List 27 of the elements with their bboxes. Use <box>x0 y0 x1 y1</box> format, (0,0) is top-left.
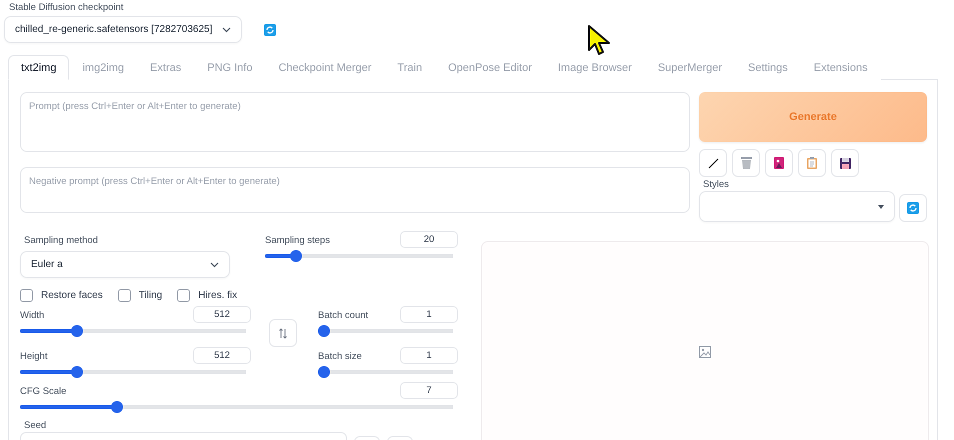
slider-label: Batch size <box>318 351 362 363</box>
slider-label: CFG Scale <box>20 386 66 398</box>
number-field[interactable]: 1 <box>400 347 458 364</box>
checkbox[interactable]: Restore faces <box>20 289 103 302</box>
number-field[interactable]: 512 <box>193 347 251 364</box>
number-field[interactable]: 1 <box>400 306 458 323</box>
checkbox[interactable]: Tiling <box>118 289 162 302</box>
checkpoint-dropdown[interactable]: chilled_re-generic.safetensors [7282703625] <box>4 16 242 43</box>
checkbox-label: Restore faces <box>41 290 103 301</box>
checkpoint-label: Stable Diffusion checkpoint <box>9 2 124 14</box>
sampling-method-dropdown[interactable]: Euler a <box>20 251 230 278</box>
slider-label: Height <box>20 351 48 363</box>
number-field[interactable]: 20 <box>400 231 458 248</box>
seed-label: Seed <box>24 420 48 432</box>
slider-label: Sampling steps <box>265 235 330 247</box>
slider-label: Width <box>20 310 44 322</box>
checkbox[interactable]: Hires. fix <box>177 289 238 302</box>
prompt-field[interactable]: Prompt (press Ctrl+Enter or Alt+Enter to generate) <box>20 92 690 152</box>
number-field[interactable]: 512 <box>193 306 251 323</box>
slider-label: Batch count <box>318 310 368 322</box>
tab[interactable]: txt2img <box>8 55 70 80</box>
checkbox-label: Hires. fix <box>198 290 238 301</box>
sampling-method-label: Sampling method <box>24 235 99 247</box>
negative-prompt-field[interactable]: Negative prompt (press Ctrl+Enter or Alt+Enter to generate) <box>20 167 690 213</box>
checkbox-label: Tiling <box>138 290 162 301</box>
styles-label: Styles <box>703 179 730 191</box>
number-field[interactable]: 7 <box>400 382 458 399</box>
